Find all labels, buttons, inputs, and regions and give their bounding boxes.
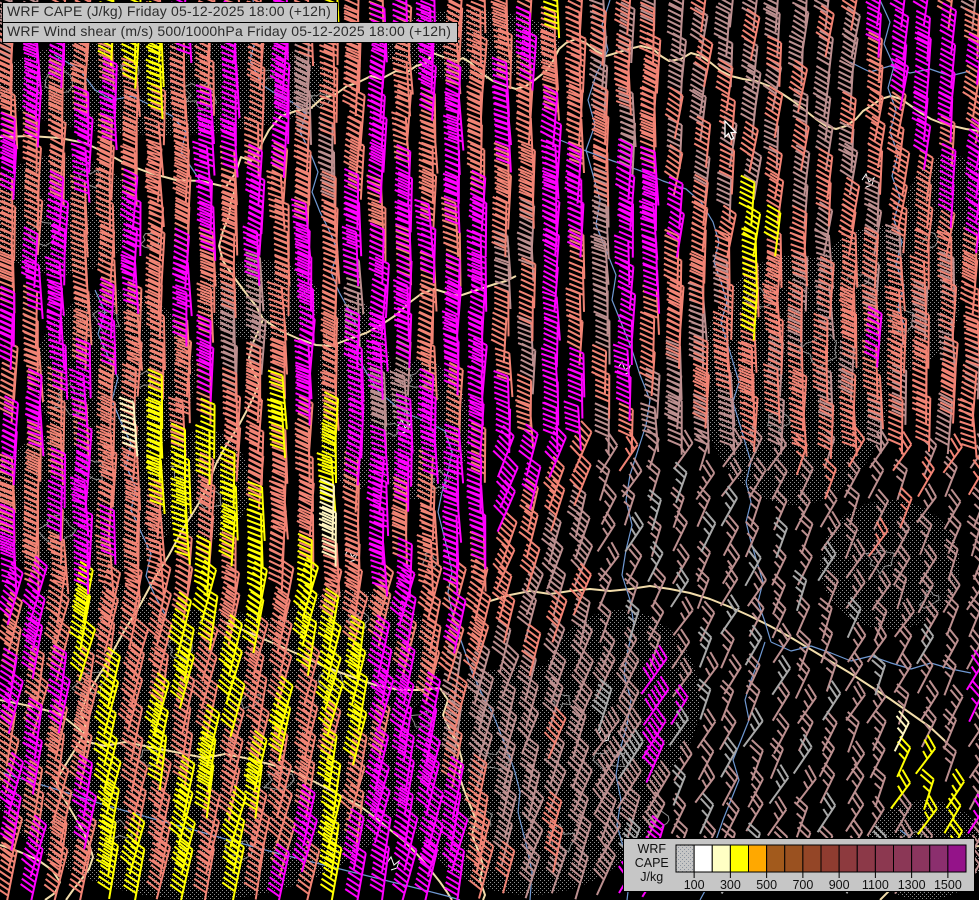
legend-model-label: WRF	[637, 842, 666, 856]
legend-tick-label: 900	[828, 878, 849, 891]
legend-cell	[711, 844, 731, 873]
cape-legend: WRF CAPE J/kg 100 300 500 700 900 1100 1300 150…	[623, 838, 975, 892]
wrf-weather-map: WRF CAPE (J/kg) Friday 05-12-2025 18:00 …	[0, 0, 979, 900]
legend-tick-label: 500	[756, 878, 777, 891]
legend-side-labels: WRF CAPE J/kg	[624, 839, 674, 891]
legend-cell	[946, 844, 967, 873]
legend-variable-label: CAPE	[634, 856, 669, 870]
legend-tick-label: 700	[792, 878, 813, 891]
legend-cell	[729, 844, 749, 873]
legend-cell	[675, 844, 695, 873]
legend-cell	[801, 844, 822, 873]
legend-cell	[747, 844, 767, 873]
legend-units-label: J/kg	[640, 870, 664, 884]
legend-cell	[892, 844, 912, 873]
legend-cell	[838, 844, 858, 873]
legend-cell	[874, 844, 894, 873]
legend-cell	[820, 844, 840, 873]
legend-cell	[910, 844, 930, 873]
title-line-cape: WRF CAPE (J/kg) Friday 05-12-2025 18:00 …	[2, 2, 338, 23]
legend-cell	[783, 844, 803, 873]
legend-cell	[928, 844, 948, 873]
legend-tick-label: 1300	[897, 878, 925, 891]
legend-cell	[693, 844, 713, 873]
legend-tick-label: 300	[719, 878, 740, 891]
legend-tick-label: 1100	[861, 878, 888, 891]
legend-tick-label: 1500	[933, 878, 961, 891]
legend-colorbar: 100 300 500 700 900 1100 1300 1500	[675, 844, 967, 891]
legend-cell	[856, 844, 876, 873]
legend-tick-label: 100	[683, 878, 704, 891]
title-line-shear: WRF Wind shear (m/s) 500/1000hPa Friday …	[2, 22, 459, 43]
map-title: WRF CAPE (J/kg) Friday 05-12-2025 18:00 …	[2, 2, 459, 43]
legend-cell	[765, 844, 785, 873]
map-canvas	[0, 0, 979, 900]
